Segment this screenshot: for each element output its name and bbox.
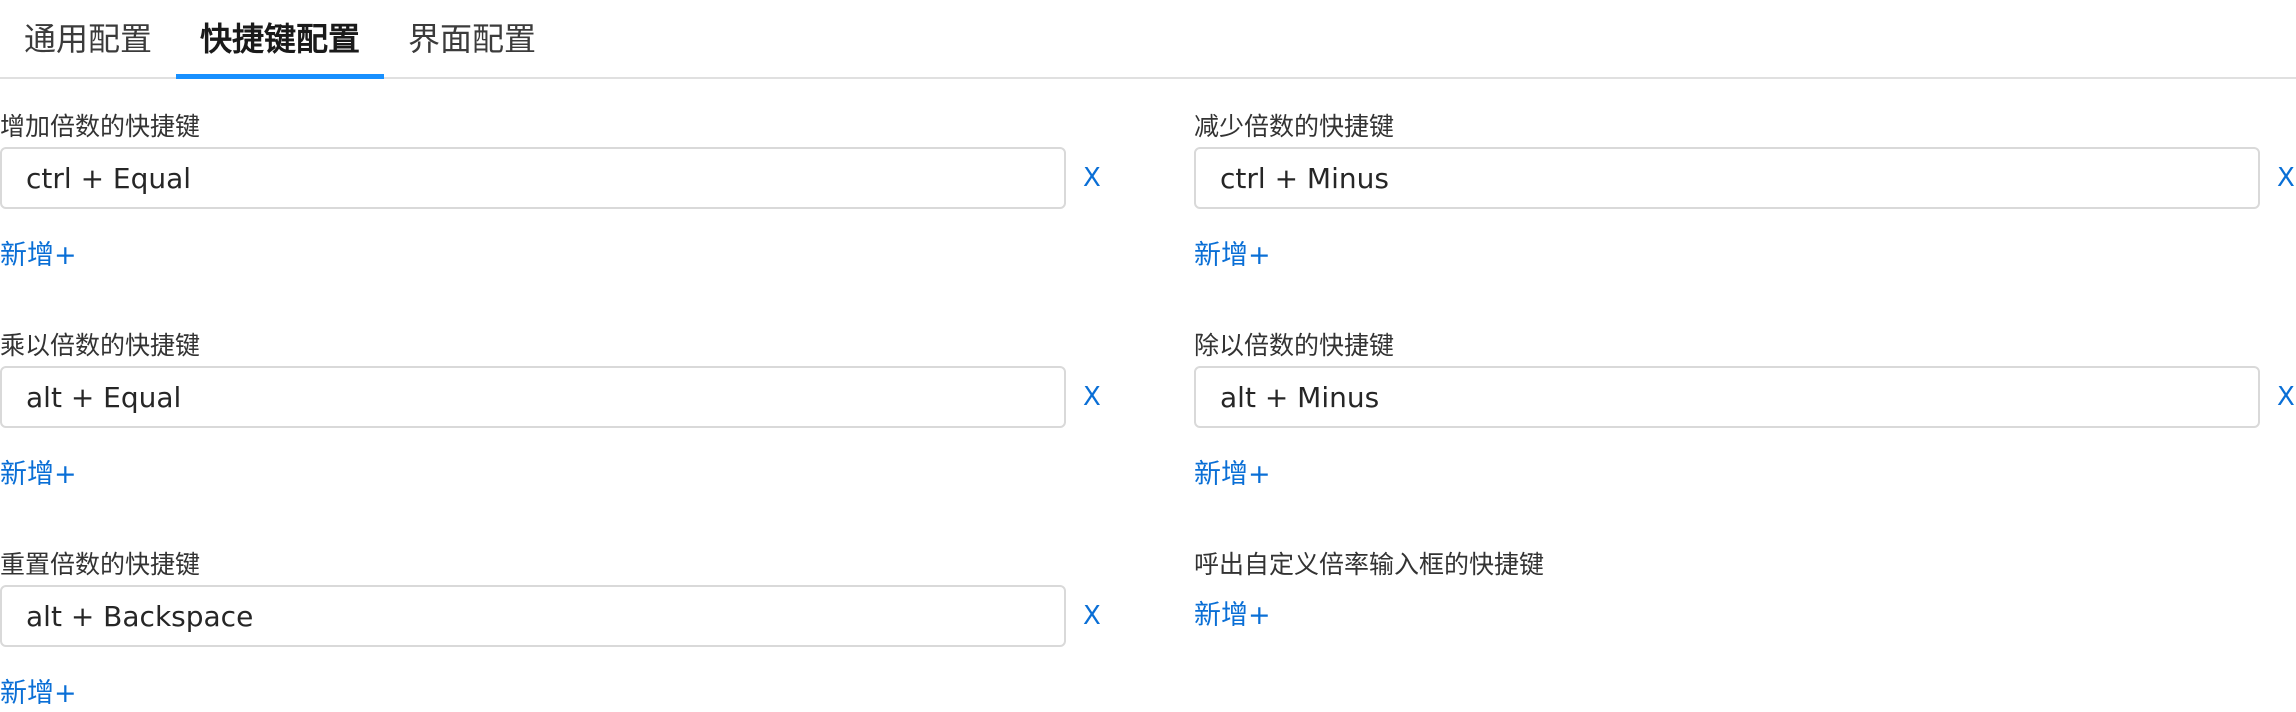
shortcut-label-reset: 重置倍数的快捷键 [0,550,201,579]
add-shortcut-button-increase[interactable]: 新增+ [0,240,77,272]
shortcut-label-custom-rate: 呼出自定义倍率输入框的快捷键 [1194,550,1545,579]
delete-shortcut-button[interactable]: X [1083,163,1101,193]
tab-interface[interactable]: 界面配置 [408,0,536,79]
shortcut-group-reset: 重置倍数的快捷键 X 新增+ [0,550,1120,712]
tab-bar: 通用配置 快捷键配置 界面配置 [0,0,2296,79]
add-shortcut-button-multiply[interactable]: 新增+ [0,459,77,491]
shortcut-label-multiply: 乘以倍数的快捷键 [0,331,201,360]
shortcut-input-divide[interactable] [1194,366,2260,428]
tab-shortcuts[interactable]: 快捷键配置 [200,0,360,79]
shortcut-input-decrease[interactable] [1194,147,2260,209]
shortcut-group-decrease: 减少倍数的快捷键 X 新增+ [1194,112,2296,282]
shortcut-group-increase: 增加倍数的快捷键 X 新增+ [0,112,1120,282]
shortcut-input-multiply[interactable] [0,366,1066,428]
shortcut-group-divide: 除以倍数的快捷键 X 新增+ [1194,331,2296,501]
delete-shortcut-button[interactable]: X [1083,382,1101,412]
shortcut-group-multiply: 乘以倍数的快捷键 X 新增+ [0,331,1120,501]
add-shortcut-button-decrease[interactable]: 新增+ [1194,240,1271,272]
delete-shortcut-button[interactable]: X [2277,163,2295,193]
shortcut-label-divide: 除以倍数的快捷键 [1194,331,1395,360]
add-shortcut-button-custom-rate[interactable]: 新增+ [1194,600,1271,632]
active-tab-indicator [176,74,384,79]
shortcut-input-reset[interactable] [0,585,1066,647]
add-shortcut-button-reset[interactable]: 新增+ [0,678,77,710]
shortcut-label-decrease: 减少倍数的快捷键 [1194,112,1395,141]
add-shortcut-button-divide[interactable]: 新增+ [1194,459,1271,491]
tab-general[interactable]: 通用配置 [24,0,152,79]
shortcut-label-increase: 增加倍数的快捷键 [0,112,201,141]
shortcut-group-custom-rate: 呼出自定义倍率输入框的快捷键 新增+ [1194,550,2296,650]
delete-shortcut-button[interactable]: X [2277,382,2295,412]
shortcut-input-increase[interactable] [0,147,1066,209]
delete-shortcut-button[interactable]: X [1083,601,1101,631]
